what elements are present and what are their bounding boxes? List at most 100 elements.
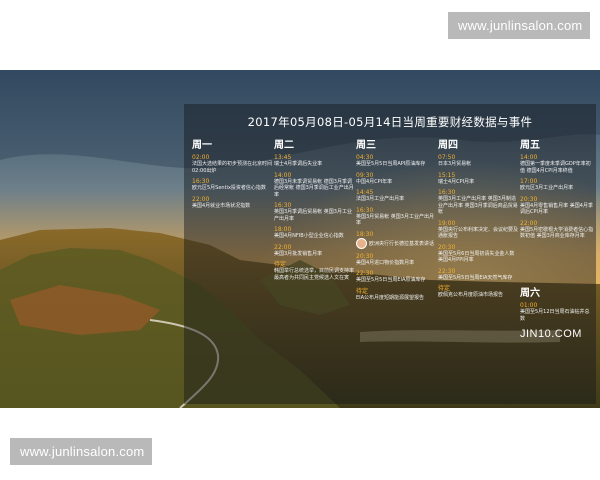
event-item[interactable]: 16:30 英国3月季调后贸易帐 英国3月工业产出月率 [274,202,356,222]
speaker-avatar [356,237,367,249]
event-desc: 德国第一季度未季调GDP年率初值 德国4月CPI月率终值 [520,161,591,174]
event-time: 09:30 [356,171,374,179]
event-desc: 美国至5月6日当周初请失业金人数 美国4月PPI月率 [438,250,515,264]
event-desc: 美国至5月5日当周EIA原油库存 [356,277,426,283]
event-time: 待定 [438,285,451,292]
day-column-wednesday: 周三 04:30 美国至5月5日当周API原油库存 09:30 中国4月CPI年… [356,136,438,305]
day-column-tuesday: 周二 13:45 瑞士4月季调后失业率 14:00 德国3月未季调贸易帐 德国3… [274,136,356,285]
event-time: 19:00 [438,219,456,227]
event-time: 待定 [356,287,369,295]
event-time: 18:30 [356,230,374,238]
event-desc: 欧洲央行行长德拉基发表讲话 [356,237,438,249]
event-desc: 欧佩克公布月度原油市场报告 [438,292,504,298]
event-time: 16:30 [192,178,210,185]
event-time: 18:00 [274,226,292,233]
event-time: 22:30 [438,267,456,275]
day-column-saturday: 周六 01:00 美国至5月12日当周石油钻井总数 [520,284,594,326]
event-item[interactable]: 16:30 欧元区5月Sentix投资者信心指数 [192,178,274,192]
event-desc: 英国央行公布利率决定、会议纪要及通胀报告 [438,226,519,240]
event-desc: 法国大选结果的初步预测在北京时间02:00出炉 [192,161,273,174]
day-label: 周六 [520,288,540,299]
event-time: 07:50 [438,154,456,161]
event-item[interactable]: 04:30 美国至5月5日当周API原油库存 [356,154,438,168]
event-item[interactable]: 待定 韩国举行总统选举，目前民调支持率最高者为共同民主党候选人文在寅 [274,261,356,281]
event-time: 16:30 [274,202,292,209]
event-item[interactable]: 待定 欧佩克公布月度原油市场报告 [438,285,520,299]
event-item[interactable]: 16:30 英国3月贸易帐 英国3月工业产出月率 [356,207,438,227]
event-desc: 美国4月NFIB小型企业信心指数 [274,233,344,239]
event-item[interactable]: 02:00 法国大选结果的初步预测在北京时间02:00出炉 [192,154,274,174]
event-item[interactable]: 01:00 美国至5月12日当周石油钻井总数 [520,302,594,322]
event-desc: 美国4月就业市场状况指数 [192,202,251,209]
event-time: 22:00 [520,219,538,227]
event-desc: 欧元区3月工业产出月率 [520,185,574,191]
event-desc: 欧元区5月Sentix投资者信心指数 [192,185,266,191]
event-item[interactable]: 20:30 美国4月进口物价指数月率 [356,253,438,267]
event-item[interactable]: 07:50 日本3月贸易帐 [438,154,520,168]
event-desc: 韩国举行总统选举，目前民调支持率最高者为共同民主党候选人文在寅 [274,268,355,281]
event-item[interactable]: 22:00 美国3月批发销售月率 [274,244,356,258]
event-item[interactable]: 22:00 美国4月就业市场状况指数 [192,196,274,210]
brand-logo-text: JIN10.COM [520,328,582,340]
event-item[interactable]: 22:30 美国至5月5日当周EIA原油库存 [356,270,438,284]
day-column-monday: 周一 02:00 法国大选结果的初步预测在北京时间02:00出炉 16:30 欧… [192,136,274,213]
event-item[interactable]: 22:00 美国5月密歇根大学消费者信心指数初值 美国3月商业库存月率 [520,220,594,240]
day-label: 周四 [438,140,458,151]
event-time: 14:45 [356,189,374,196]
event-desc: 瑞士4月季调后失业率 [274,161,323,167]
event-time: 14:00 [274,171,292,179]
event-item[interactable]: 19:00 英国央行公布利率决定、会议纪要及通胀报告 [438,220,520,240]
event-item[interactable]: 09:30 中国4月CPI年率 [356,172,438,186]
event-time: 22:00 [274,243,292,251]
event-time: 20:30 [356,252,374,260]
event-desc: 日本3月贸易帐 [438,161,472,167]
event-item[interactable]: 14:45 法国3月工业产出月率 [356,189,438,203]
event-time: 17:00 [520,178,538,185]
event-desc: 美国至5月5日当周EIA天然气库存 [438,274,513,281]
event-desc-text: 欧洲央行行长德拉基发表讲话 [369,240,435,247]
event-desc: 美国4月进口物价指数月率 [356,259,415,266]
event-desc: 中国4月CPI年率 [356,178,393,185]
event-time: 16:30 [438,189,456,196]
event-item[interactable]: 13:45 瑞士4月季调后失业率 [274,154,356,168]
event-item[interactable]: 待定 EIA公布月度短期能源展望报告 [356,288,438,302]
weekly-calendar-panel: 2017年05月08日-05月14日当周重要财经数据与事件 周一 02:00 法… [184,104,596,404]
event-item[interactable]: 18:30 欧洲央行行长德拉基发表讲话 [356,231,438,249]
event-time: 20:30 [438,243,456,251]
event-item[interactable]: 20:30 美国至5月6日当周初请失业金人数 美国4月PPI月率 [438,244,520,264]
event-desc: EIA公布月度短期能源展望报告 [356,294,425,301]
event-desc: 美国3月批发销售月率 [274,250,323,257]
event-desc: 美国至5月12日当周石油钻井总数 [520,309,590,322]
day-label: 周三 [356,140,376,151]
event-time: 16:30 [356,206,374,214]
event-item[interactable]: 14:00 德国3月未季调贸易帐 德国3月季调后经常帐 德国3月季调后工业产出月… [274,172,356,199]
event-item[interactable]: 22:30 美国至5月5日当周EIA天然气库存 [438,268,520,282]
event-desc: 英国3月贸易帐 英国3月工业产出月率 [356,213,434,227]
event-item[interactable]: 15:15 瑞士4月CPI月率 [438,172,520,186]
event-time: 01:00 [520,302,538,309]
day-label: 周二 [274,140,294,151]
event-desc: 瑞士4月CPI月率 [438,178,475,185]
event-item[interactable]: 14:00 德国第一季度未季调GDP年率初值 德国4月CPI月率终值 [520,154,594,174]
event-desc: 英国3月工业产出月率 英国3月制造业产出月率 英国3月季调后商品贸易帐 [438,196,518,215]
event-desc: 美国4月零售销售月率 美国4月季调后CPI月率 [520,202,593,216]
event-desc: 美国5月密歇根大学消费者信心指数初值 美国3月商业库存月率 [520,226,594,240]
event-item[interactable]: 17:00 欧元区3月工业产出月率 [520,178,594,192]
watermark-bottom[interactable]: www.junlinsalon.com [10,438,152,465]
event-time: 02:00 [192,154,210,161]
day-column-friday: 周五 14:00 德国第一季度未季调GDP年率初值 德国4月CPI月率终值 17… [520,136,594,244]
event-time: 22:30 [356,270,374,277]
event-time: 待定 [274,261,287,268]
event-desc: 美国至5月5日当周API原油库存 [356,161,426,167]
event-time: 13:45 [274,154,292,161]
event-time: 15:15 [438,171,456,179]
event-item[interactable]: 18:00 美国4月NFIB小型企业信心指数 [274,226,356,240]
event-item[interactable]: 20:30 美国4月零售销售月率 美国4月季调后CPI月率 [520,196,594,216]
event-desc: 英国3月季调后贸易帐 英国3月工业产出月率 [274,209,352,222]
event-item[interactable]: 16:30 英国3月工业产出月率 英国3月制造业产出月率 英国3月季调后商品贸易… [438,189,520,216]
watermark-top[interactable]: www.junlinsalon.com [448,12,590,39]
day-label: 周一 [192,140,212,151]
day-label: 周五 [520,140,540,151]
event-time: 04:30 [356,154,374,161]
event-time: 22:00 [192,195,210,203]
